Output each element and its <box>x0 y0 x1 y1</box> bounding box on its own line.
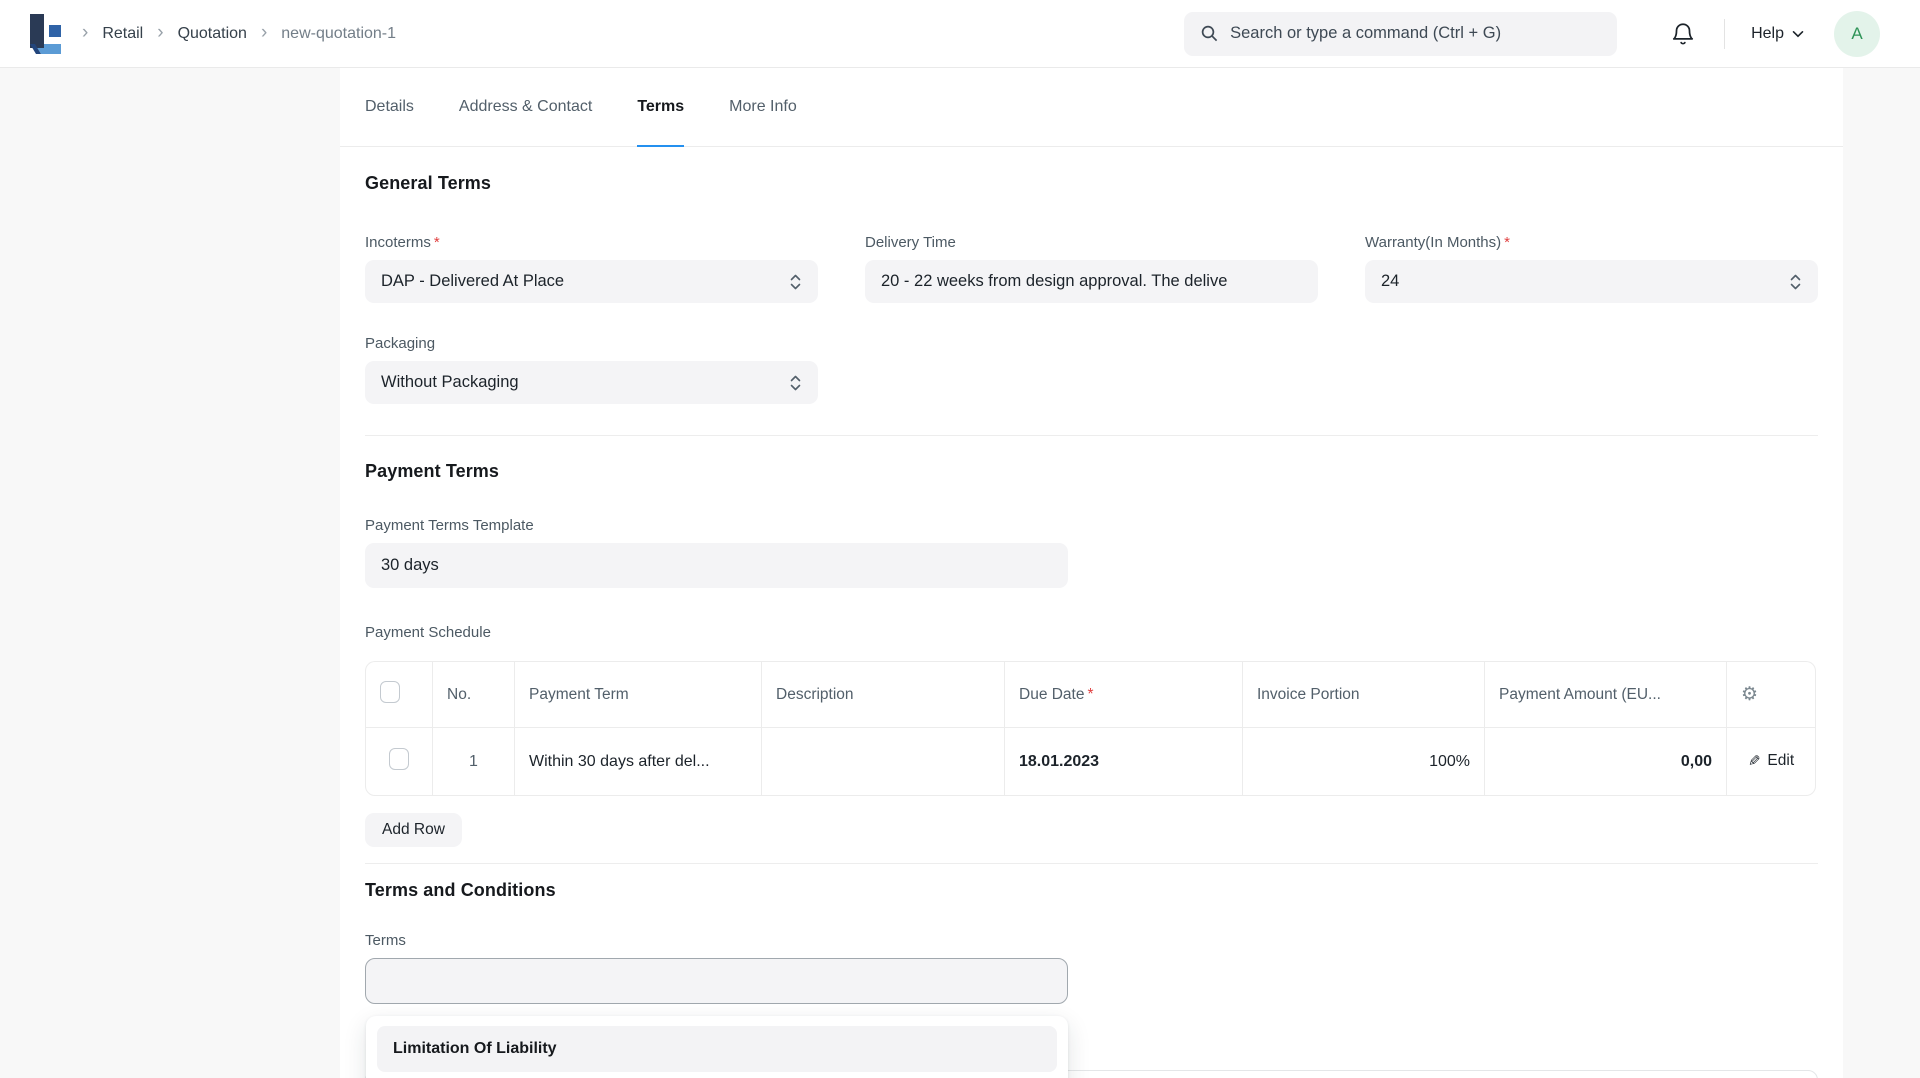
field-payment-terms-template: Payment Terms Template 30 days <box>365 517 1068 588</box>
packaging-select[interactable]: Without Packaging <box>365 361 818 404</box>
user-avatar[interactable]: A <box>1834 11 1880 57</box>
warranty-select[interactable]: 24 <box>1365 260 1818 303</box>
table-header-row: No. Payment Term Description Due Date* I… <box>365 661 1816 727</box>
tab-details[interactable]: Details <box>365 68 414 146</box>
col-header-due-date: Due Date* <box>1005 661 1243 727</box>
field-packaging: Packaging Without Packaging <box>365 335 818 404</box>
warranty-value: 24 <box>1381 272 1779 291</box>
table-row: 1 Within 30 days after del... 18.01.2023… <box>365 727 1816 796</box>
field-terms: Terms Limitation Of Liability <box>365 932 1818 1004</box>
search-input[interactable] <box>1230 24 1601 43</box>
add-row-button[interactable]: Add Row <box>365 813 462 847</box>
row-edit-button[interactable]: ✎ Edit <box>1748 752 1794 770</box>
terms-dropdown: Limitation Of Liability <box>366 1016 1068 1078</box>
breadcrumb-item-retail[interactable]: Retail <box>102 25 143 43</box>
breadcrumb-chevron-icon: › <box>157 23 163 42</box>
field-label: Payment Terms Template <box>365 517 534 534</box>
cell-invoice-portion[interactable]: 100% <box>1243 727 1485 796</box>
app-logo-icon[interactable] <box>28 12 62 56</box>
select-chevron-icon <box>789 375 802 391</box>
section-payment-terms: Payment Terms Payment Terms Template 30 … <box>365 436 1818 864</box>
col-header-payment-amount: Payment Amount (EU... <box>1485 661 1727 727</box>
edit-label: Edit <box>1767 752 1794 770</box>
select-chevron-icon <box>789 274 802 290</box>
delivery-time-input[interactable]: 20 - 22 weeks from design approval. The … <box>865 260 1318 303</box>
cell-description[interactable] <box>762 727 1005 796</box>
terms-link-input[interactable] <box>365 958 1068 1004</box>
field-label: Warranty(In Months) <box>1365 234 1501 251</box>
packaging-value: Without Packaging <box>381 373 779 392</box>
breadcrumb: › Retail › Quotation › new-quotation-1 <box>82 24 396 43</box>
delivery-time-value: 20 - 22 weeks from design approval. The … <box>881 272 1302 291</box>
section-title: General Terms <box>365 173 1818 194</box>
select-all-checkbox[interactable] <box>380 681 400 703</box>
form-tabs: Details Address & Contact Terms More Inf… <box>340 68 1843 147</box>
field-label: Delivery Time <box>865 234 956 251</box>
required-asterisk: * <box>434 234 440 251</box>
section-title: Terms and Conditions <box>365 880 1818 901</box>
tab-more-info[interactable]: More Info <box>729 68 797 146</box>
payment-terms-template-input[interactable]: 30 days <box>365 543 1068 588</box>
required-asterisk: * <box>1504 234 1510 251</box>
cell-due-date[interactable]: 18.01.2023 <box>1005 727 1243 796</box>
help-label: Help <box>1751 25 1784 43</box>
tab-address-contact[interactable]: Address & Contact <box>459 68 592 146</box>
breadcrumb-item-current: new-quotation-1 <box>281 25 396 43</box>
payment-schedule-label: Payment Schedule <box>365 624 1818 641</box>
navbar: › Retail › Quotation › new-quotation-1 H… <box>0 0 1920 68</box>
navbar-divider <box>1724 19 1725 49</box>
select-chevron-icon <box>1789 274 1802 290</box>
edit-pencil-icon: ✎ <box>1748 752 1761 770</box>
field-delivery-time: Delivery Time 20 - 22 weeks from design … <box>865 234 1318 303</box>
chevron-down-icon <box>1792 30 1804 38</box>
form-panel: Details Address & Contact Terms More Inf… <box>340 68 1843 1078</box>
col-header-payment-term: Payment Term <box>515 661 762 727</box>
incoterms-value: DAP - Delivered At Place <box>381 272 779 291</box>
breadcrumb-chevron-icon: › <box>261 23 267 42</box>
search-icon <box>1200 24 1219 43</box>
field-label: Packaging <box>365 335 435 352</box>
incoterms-select[interactable]: DAP - Delivered At Place <box>365 260 818 303</box>
tab-terms[interactable]: Terms <box>637 68 684 146</box>
gear-icon[interactable]: ⚙ <box>1741 684 1758 705</box>
required-asterisk: * <box>1087 686 1093 703</box>
cell-no[interactable]: 1 <box>433 727 515 796</box>
field-incoterms: Incoterms* DAP - Delivered At Place <box>365 234 818 303</box>
dropdown-item-limitation-of-liability[interactable]: Limitation Of Liability <box>377 1026 1057 1072</box>
payment-terms-template-value: 30 days <box>381 556 1052 575</box>
cell-payment-term[interactable]: Within 30 days after del... <box>515 727 762 796</box>
col-header-invoice-portion: Invoice Portion <box>1243 661 1485 727</box>
payment-schedule-table: No. Payment Term Description Due Date* I… <box>365 661 1816 796</box>
cell-payment-amount[interactable]: 0,00 <box>1485 727 1727 796</box>
field-label: Incoterms <box>365 234 431 251</box>
global-search[interactable] <box>1184 12 1617 56</box>
breadcrumb-item-quotation[interactable]: Quotation <box>178 25 247 43</box>
col-header-description: Description <box>762 661 1005 727</box>
breadcrumb-chevron-icon: › <box>82 23 88 42</box>
notifications-bell-icon[interactable] <box>1670 21 1696 47</box>
col-header-no: No. <box>433 661 515 727</box>
page-background: Details Address & Contact Terms More Inf… <box>0 68 1920 1078</box>
help-menu[interactable]: Help <box>1751 25 1804 43</box>
row-checkbox[interactable] <box>389 748 409 770</box>
field-warranty: Warranty(In Months)* 24 <box>1365 234 1818 303</box>
section-title: Payment Terms <box>365 461 1818 482</box>
field-label: Terms <box>365 932 406 949</box>
section-terms-and-conditions: Terms and Conditions Terms Limitation Of… <box>365 864 1818 1078</box>
section-general-terms: General Terms Incoterms* DAP - Delivered… <box>365 147 1818 436</box>
avatar-letter: A <box>1851 24 1862 44</box>
